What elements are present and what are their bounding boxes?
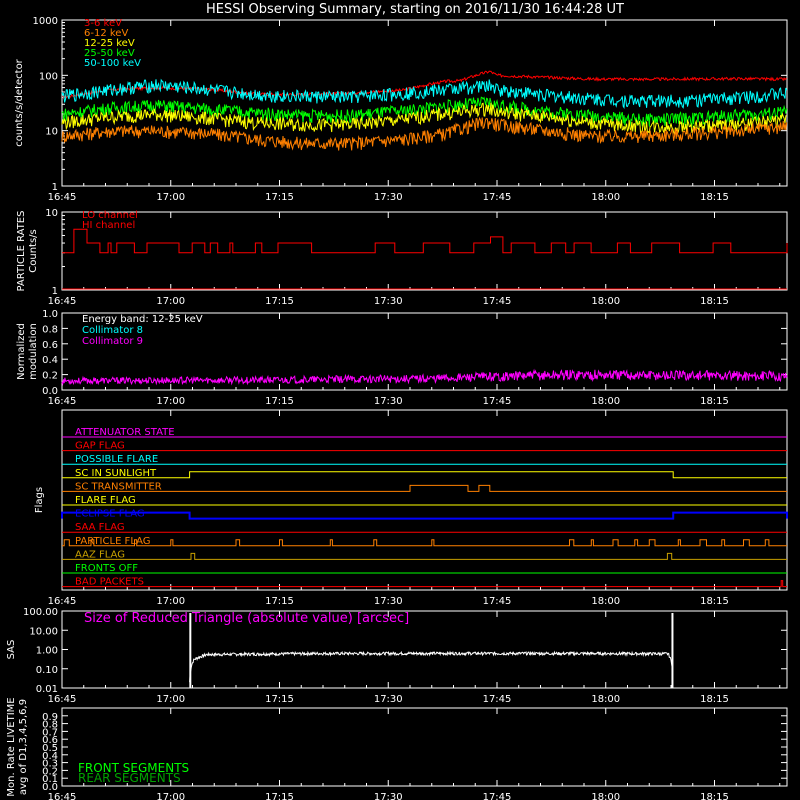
figure-title: HESSI Observing Summary, starting on 201… — [206, 2, 624, 17]
legend-entry: REAR SEGMENTS — [78, 771, 181, 785]
flag-label: PARTICLE FLAG — [75, 536, 151, 547]
x-tick-label: 17:45 — [483, 192, 512, 203]
y-tick-label: 10.00 — [29, 626, 58, 637]
y-tick-label: 10 — [45, 127, 58, 138]
y-tick-label: 1 — [52, 286, 58, 297]
x-tick-label: 18:15 — [700, 596, 729, 607]
x-tick-label: 17:45 — [483, 694, 512, 705]
x-tick-label: 18:00 — [591, 396, 620, 407]
y-axis-label: SAS — [6, 640, 17, 660]
y-axis-label: PARTICLE RATES — [16, 211, 27, 292]
flag-label: FRONTS OFF — [75, 563, 138, 574]
y-tick-label: 0.01 — [36, 684, 58, 695]
x-tick-label: 16:45 — [48, 296, 77, 307]
x-tick-label: 17:45 — [483, 296, 512, 307]
flag-label: FLARE FLAG — [75, 495, 136, 506]
x-tick-label: 17:45 — [483, 792, 512, 800]
y-tick-label: 1.00 — [36, 646, 58, 657]
x-tick-label: 17:30 — [374, 596, 403, 607]
y-tick-label: 1.0 — [42, 309, 58, 320]
y-tick-label: 0.2 — [42, 371, 58, 382]
x-tick-label: 17:15 — [265, 296, 294, 307]
x-tick-label: 18:15 — [700, 792, 729, 800]
legend-entry: Collimator 8 — [82, 325, 143, 336]
y-tick-label: 0.4 — [42, 355, 58, 366]
x-tick-label: 17:15 — [265, 396, 294, 407]
y-tick-label: 100 — [39, 71, 58, 82]
x-tick-label: 18:00 — [591, 792, 620, 800]
flag-label: POSSIBLE FLARE — [75, 454, 158, 465]
x-tick-label: 16:45 — [48, 396, 77, 407]
x-tick-label: 18:15 — [700, 296, 729, 307]
x-tick-label: 16:45 — [48, 596, 77, 607]
x-tick-label: 17:30 — [374, 396, 403, 407]
flag-label: ECLIPSE FLAG — [75, 509, 145, 520]
x-tick-label: 16:45 — [48, 694, 77, 705]
x-tick-label: 17:00 — [156, 694, 185, 705]
y-tick-label: 0.6 — [42, 340, 58, 351]
x-tick-label: 18:00 — [591, 296, 620, 307]
legend-entry: HI channel — [82, 220, 135, 231]
y-axis-label: Counts/s — [28, 229, 39, 273]
x-tick-label: 18:15 — [700, 396, 729, 407]
y-tick-label: 0.10 — [36, 665, 58, 676]
y-tick-label: 0.0 — [42, 386, 58, 397]
x-tick-label: 17:30 — [374, 192, 403, 203]
flag-label: ATTENUATOR STATE — [75, 427, 175, 438]
x-tick-label: 17:00 — [156, 396, 185, 407]
x-tick-label: 17:00 — [156, 792, 185, 800]
y-tick-label: 1000 — [33, 16, 58, 27]
flag-label: BAD PACKETS — [75, 577, 144, 588]
x-tick-label: 17:30 — [374, 792, 403, 800]
x-tick-label: 17:00 — [156, 596, 185, 607]
x-tick-label: 16:45 — [48, 792, 77, 800]
energy-band-annotation: Energy band: 12-25 keV — [82, 314, 203, 325]
x-tick-label: 16:45 — [48, 192, 77, 203]
x-tick-label: 17:15 — [265, 596, 294, 607]
sas-annotation: Size of Reduced Triangle (absolute value… — [84, 611, 409, 626]
y-tick-label: 0.9 — [42, 712, 58, 723]
flag-label: AAZ FLAG — [75, 549, 125, 560]
y-tick-label: 1 — [52, 182, 58, 193]
x-tick-label: 18:15 — [700, 694, 729, 705]
x-tick-label: 17:00 — [156, 192, 185, 203]
flag-label: SAA FLAG — [75, 522, 125, 533]
x-tick-label: 17:15 — [265, 792, 294, 800]
x-tick-label: 18:00 — [591, 596, 620, 607]
x-tick-label: 18:15 — [700, 192, 729, 203]
x-tick-label: 17:15 — [265, 192, 294, 203]
y-axis-label: counts/s/detector — [14, 58, 25, 146]
flag-label: GAP FLAG — [75, 441, 125, 452]
observing-summary-figure: HESSI Observing Summary, starting on 201… — [0, 0, 800, 800]
legend-entry: 50-100 keV — [84, 58, 141, 69]
y-tick-label: 0.8 — [42, 324, 58, 335]
y-axis-label: modulation — [28, 323, 39, 380]
y-axis-label: Flags — [34, 487, 45, 513]
x-tick-label: 17:15 — [265, 694, 294, 705]
y-tick-label: 100.00 — [23, 607, 58, 618]
x-tick-label: 17:30 — [374, 296, 403, 307]
y-axis-label: avg of D1,3,4,5,6,9 — [18, 699, 29, 795]
x-tick-label: 17:00 — [156, 296, 185, 307]
legend-entry: Collimator 9 — [82, 336, 143, 347]
flag-label: SC IN SUNLIGHT — [75, 468, 157, 479]
x-tick-label: 17:45 — [483, 596, 512, 607]
x-tick-label: 18:00 — [591, 694, 620, 705]
y-tick-label: 10 — [45, 208, 58, 219]
x-tick-label: 17:45 — [483, 396, 512, 407]
x-tick-label: 17:30 — [374, 694, 403, 705]
flag-label: SC TRANSMITTER — [75, 481, 162, 492]
x-tick-label: 18:00 — [591, 192, 620, 203]
y-axis-label: Mon. Rate LIVETIME — [6, 697, 17, 796]
y-axis-label: Normalized — [16, 323, 27, 380]
